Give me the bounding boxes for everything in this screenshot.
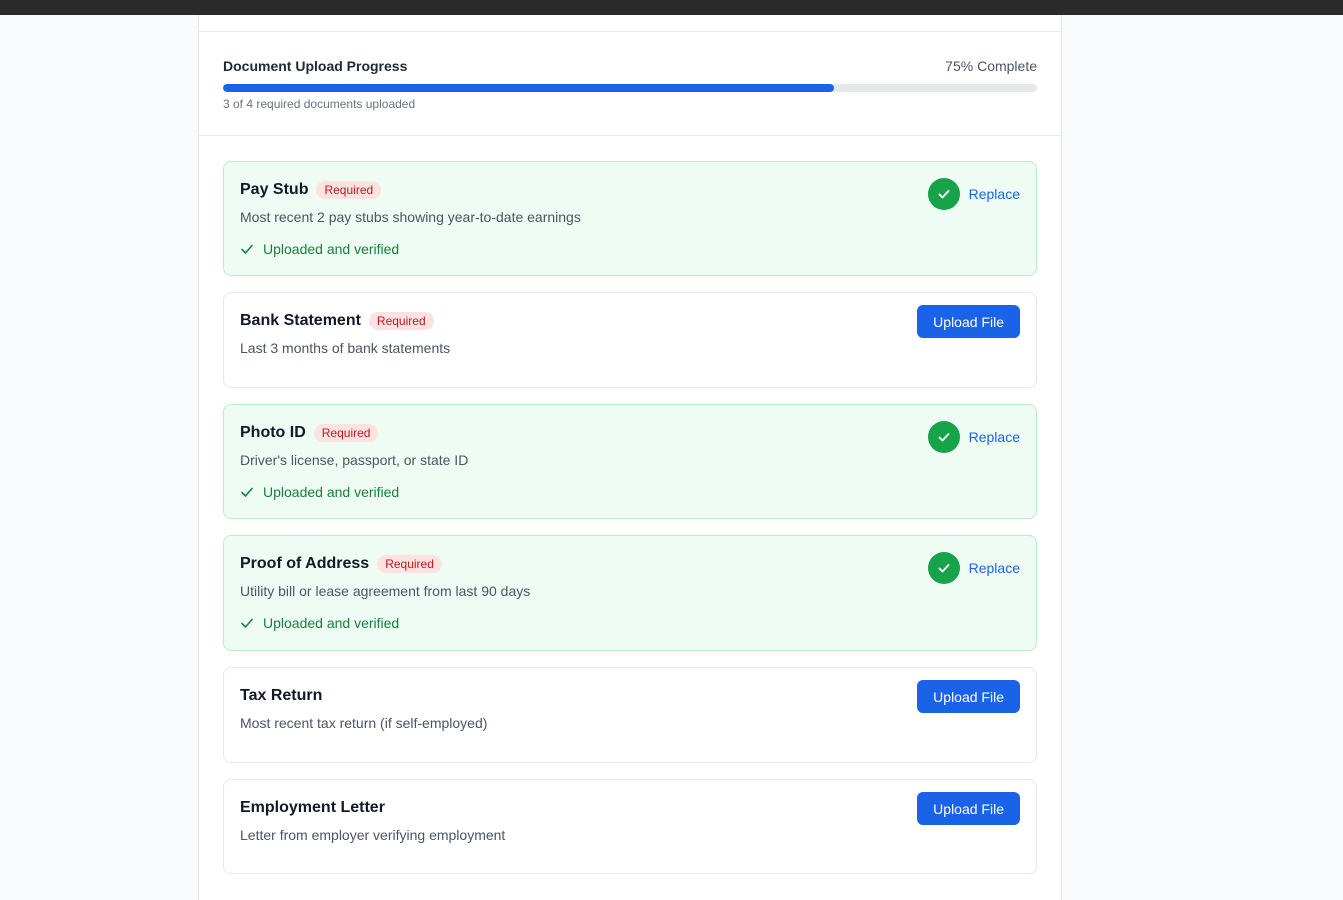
- document-name: Employment Letter: [240, 799, 385, 816]
- check-circle-icon: [928, 421, 960, 453]
- required-badge: Required: [313, 424, 379, 442]
- upload-progress-section: Document Upload Progress 75% Complete 3 …: [199, 32, 1061, 136]
- upload-status-text: Uploaded and verified: [263, 484, 400, 500]
- replace-button[interactable]: Replace: [969, 429, 1020, 445]
- document-description: Most recent tax return (if self-employed…: [240, 715, 488, 731]
- document-name: Photo ID: [240, 424, 306, 441]
- upload-file-button[interactable]: Upload File: [917, 792, 1020, 825]
- upload-status: Uploaded and verified: [240, 484, 399, 500]
- document-card-bank-statement: Bank Statement Required Last 3 months of…: [223, 292, 1037, 388]
- document-description: Utility bill or lease agreement from las…: [240, 583, 531, 599]
- required-badge: Required: [368, 312, 434, 330]
- upload-status: Uploaded and verified: [240, 241, 399, 257]
- document-upload-panel: Document Upload Progress 75% Complete 3 …: [198, 15, 1062, 900]
- browser-top-bar: [0, 0, 1343, 15]
- progress-percent-label: 75% Complete: [945, 58, 1037, 74]
- document-name: Tax Return: [240, 687, 323, 704]
- document-card-employment-letter: Employment Letter Letter from employer v…: [223, 779, 1037, 874]
- progress-bar-fill: [223, 84, 834, 92]
- document-card-tax-return: Tax Return Most recent tax return (if se…: [223, 667, 1037, 763]
- upload-status: Uploaded and verified: [240, 615, 399, 631]
- upload-file-button[interactable]: Upload File: [917, 680, 1020, 713]
- upload-status-text: Uploaded and verified: [263, 241, 400, 257]
- document-name: Proof of Address: [240, 555, 370, 572]
- upload-file-button[interactable]: Upload File: [917, 305, 1020, 338]
- document-description: Driver's license, passport, or state ID: [240, 452, 469, 468]
- progress-title: Document Upload Progress: [223, 58, 408, 74]
- progress-bar: [223, 84, 1037, 92]
- required-badge: Required: [316, 181, 382, 199]
- progress-subtitle: 3 of 4 required documents uploaded: [223, 97, 416, 111]
- check-circle-icon: [928, 178, 960, 210]
- document-description: Last 3 months of bank statements: [240, 340, 451, 356]
- document-name: Pay Stub: [240, 181, 309, 198]
- document-card-proof-of-address: Proof of Address Required Utility bill o…: [223, 535, 1037, 651]
- document-name: Bank Statement: [240, 312, 361, 329]
- replace-button[interactable]: Replace: [969, 560, 1020, 576]
- check-icon: [241, 487, 253, 497]
- document-card-photo-id: Photo ID Required Driver's license, pass…: [223, 404, 1037, 519]
- document-card-pay-stub: Pay Stub Required Most recent 2 pay stub…: [223, 161, 1037, 276]
- required-badge: Required: [377, 555, 442, 573]
- replace-button[interactable]: Replace: [969, 186, 1020, 202]
- check-icon: [241, 244, 253, 254]
- check-circle-icon: [928, 552, 960, 584]
- upload-status-text: Uploaded and verified: [263, 615, 400, 631]
- document-description: Most recent 2 pay stubs showing year-to-…: [240, 209, 581, 225]
- document-description: Letter from employer verifying employmen…: [240, 827, 506, 843]
- check-icon: [241, 618, 253, 628]
